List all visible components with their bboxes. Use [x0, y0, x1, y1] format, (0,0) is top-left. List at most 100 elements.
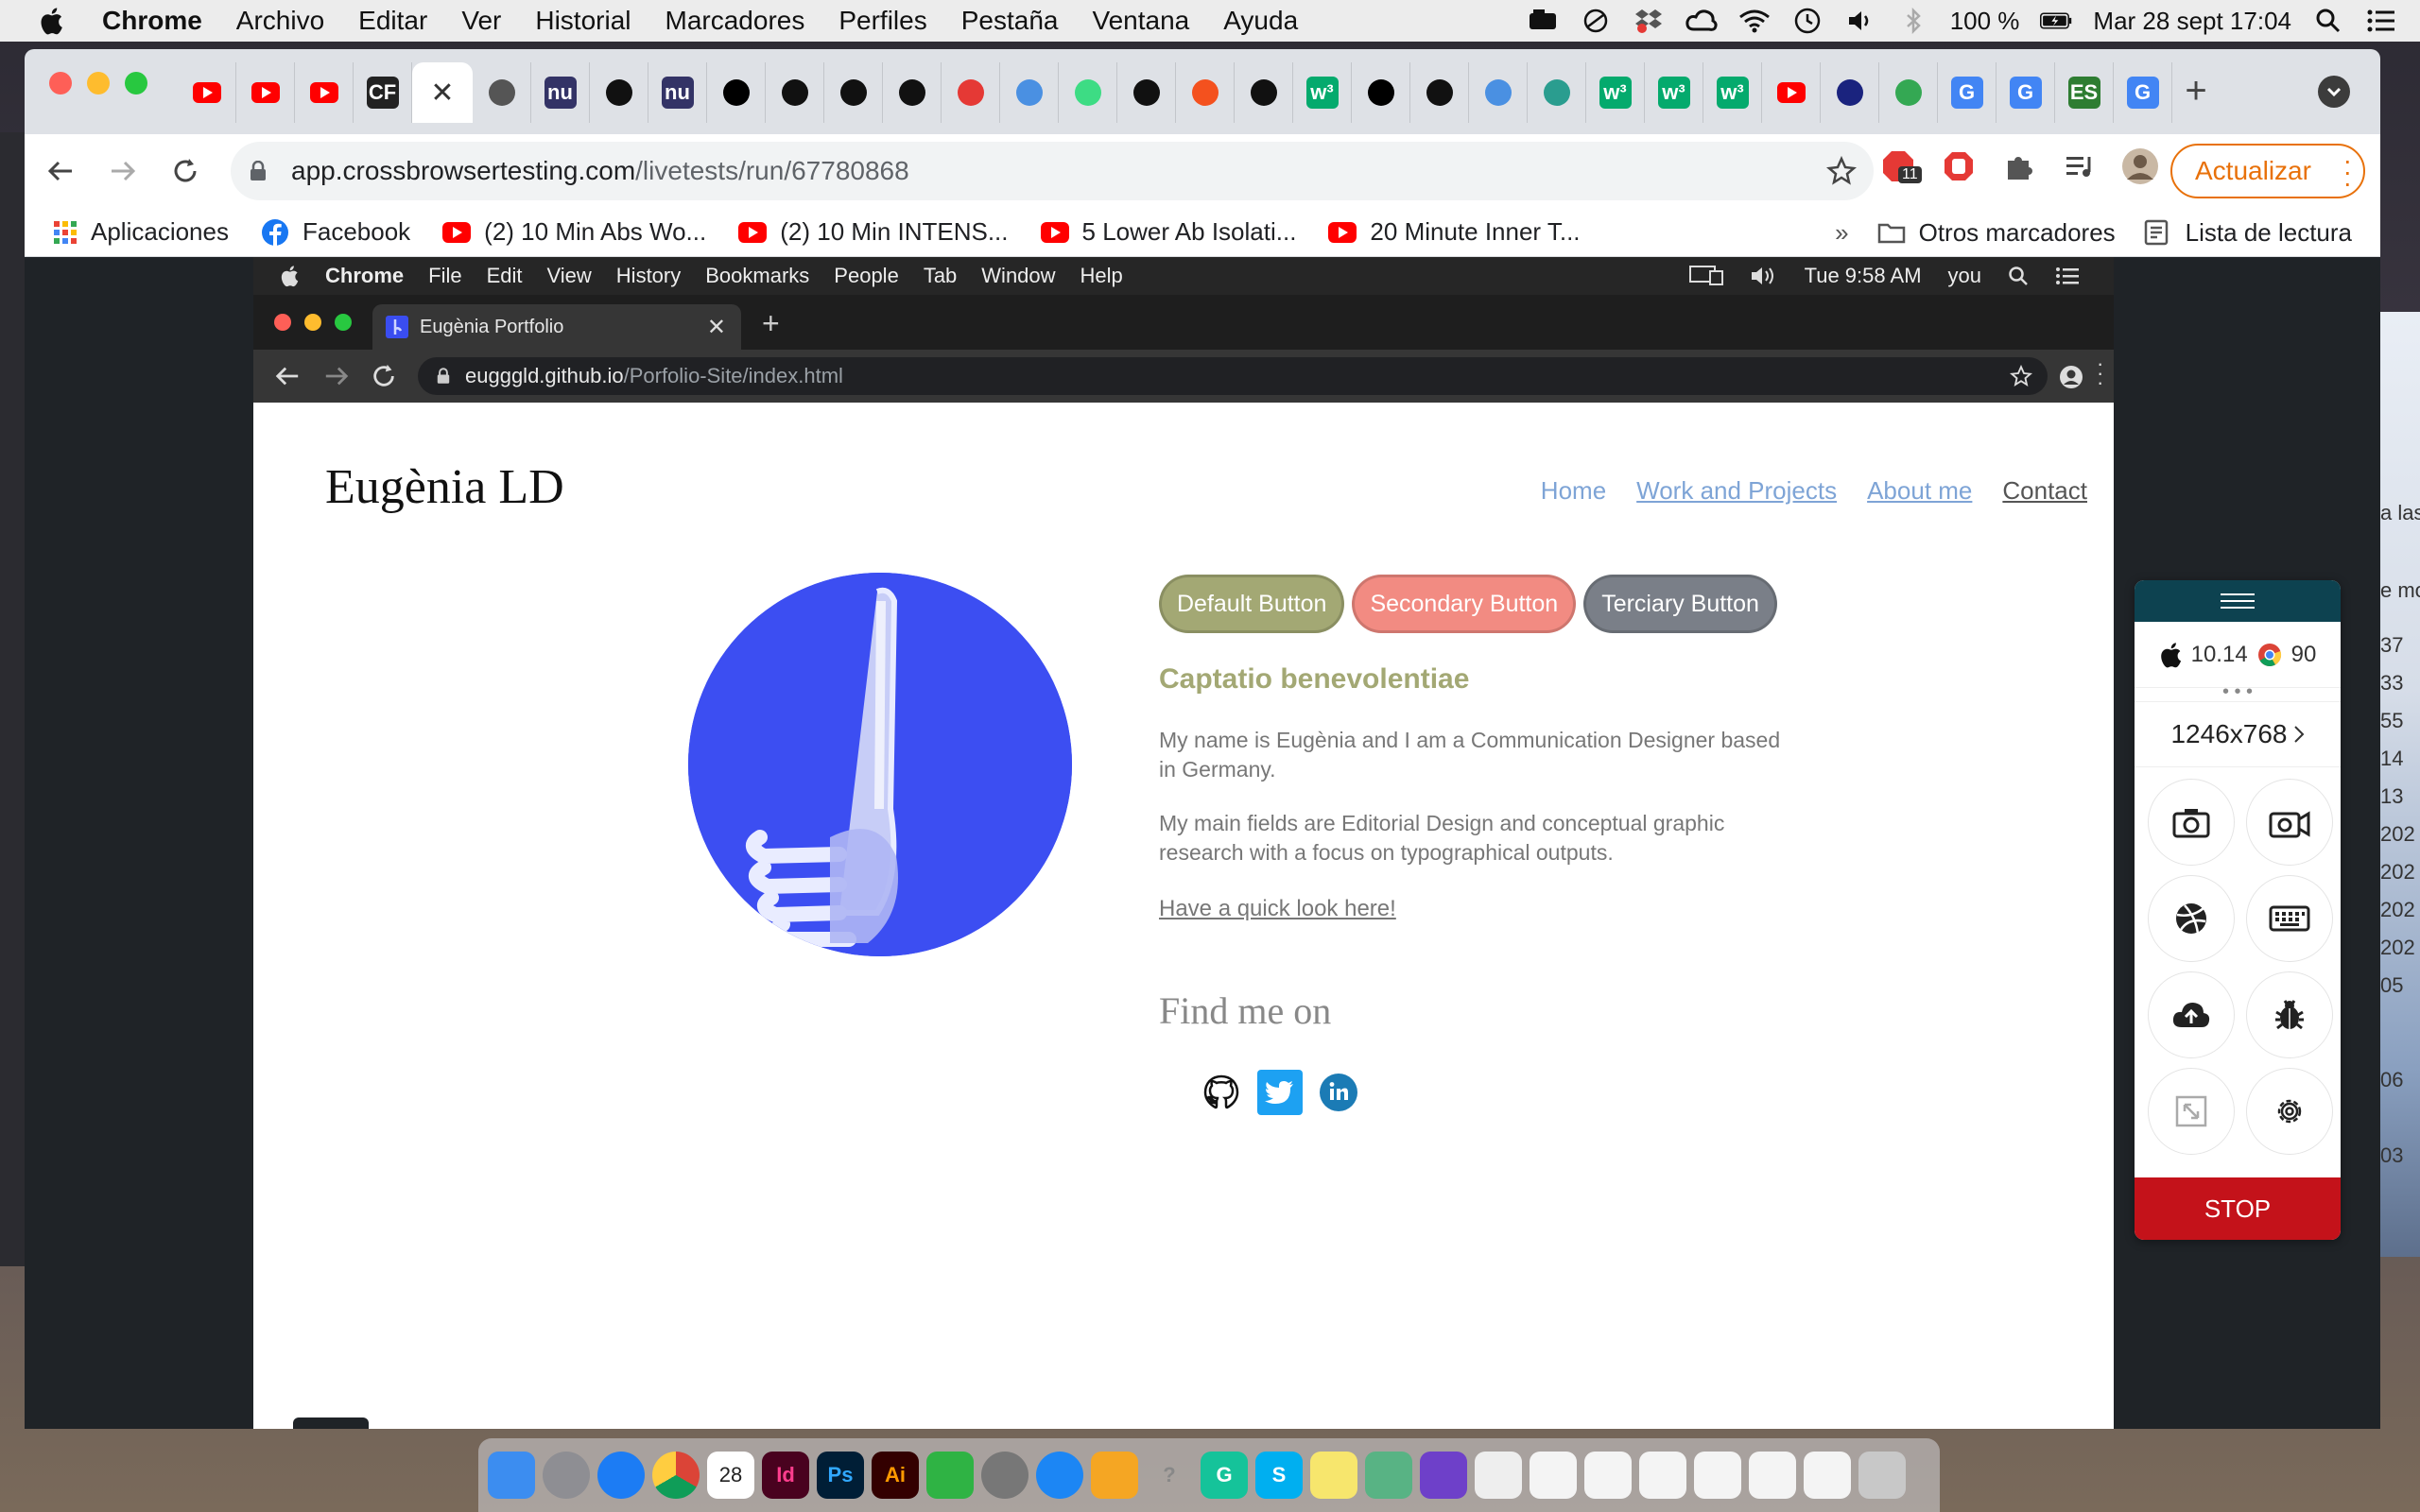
- adblock-extension[interactable]: 11: [1877, 146, 1922, 187]
- nav-home[interactable]: Home: [1541, 476, 1606, 506]
- doc-icon[interactable]: [1530, 1452, 1577, 1499]
- browser-tab[interactable]: G: [1938, 62, 1996, 123]
- remote-menu-bookmarks[interactable]: Bookmarks: [705, 264, 809, 288]
- browser-tab[interactable]: [1176, 62, 1235, 123]
- remote-reload-icon[interactable]: [371, 363, 397, 389]
- more-menu-icon[interactable]: · · ·: [2343, 147, 2352, 197]
- bookmark-apps[interactable]: Aplicaciones: [53, 217, 229, 247]
- browser-tab[interactable]: nu: [531, 62, 590, 123]
- update-chrome-button[interactable]: Actualizar · · ·: [2170, 144, 2365, 198]
- browser-tab[interactable]: [1410, 62, 1469, 123]
- reload-button[interactable]: [159, 145, 212, 198]
- help-icon[interactable]: ?: [1146, 1452, 1193, 1499]
- browser-tab[interactable]: [1235, 62, 1293, 123]
- stop-button[interactable]: STOP: [2135, 1177, 2341, 1240]
- browser-tab[interactable]: nu: [648, 62, 707, 123]
- browser-tab[interactable]: [883, 62, 942, 123]
- menu-historial[interactable]: Historial: [535, 6, 631, 36]
- adobe-cc-icon[interactable]: [1527, 5, 1559, 37]
- menu-ayuda[interactable]: Ayuda: [1223, 6, 1298, 36]
- menu-marcadores[interactable]: Marcadores: [666, 6, 805, 36]
- browser-tab[interactable]: [1469, 62, 1528, 123]
- illustrator-icon[interactable]: Ai: [872, 1452, 919, 1499]
- video-icon[interactable]: [2246, 779, 2333, 866]
- chrome-icon[interactable]: [652, 1452, 700, 1499]
- menu-pestana[interactable]: Pestaña: [961, 6, 1059, 36]
- menu-archivo[interactable]: Archivo: [236, 6, 324, 36]
- github-icon[interactable]: [1199, 1070, 1244, 1115]
- resolution-selector[interactable]: 1246x768: [2135, 701, 2341, 767]
- minimize-window-button[interactable]: [87, 72, 110, 94]
- panel-drag-handle[interactable]: [2135, 580, 2341, 622]
- remote-menu-edit[interactable]: Edit: [487, 264, 523, 288]
- remote-menu-window[interactable]: Window: [981, 264, 1055, 288]
- back-button[interactable]: [34, 145, 87, 198]
- battery-icon[interactable]: [2040, 5, 2072, 37]
- browser-tab[interactable]: [1762, 62, 1821, 123]
- remote-menu-history[interactable]: History: [616, 264, 681, 288]
- doc-icon[interactable]: [1749, 1452, 1796, 1499]
- bug-icon[interactable]: [2246, 971, 2333, 1058]
- profile-avatar[interactable]: [2119, 146, 2161, 187]
- browser-tab[interactable]: [178, 62, 236, 123]
- default-button[interactable]: Default Button: [1159, 575, 1345, 633]
- remote-menu-dots-icon[interactable]: · · ·: [2097, 353, 2103, 393]
- browser-tab[interactable]: G: [2114, 62, 2172, 123]
- browser-tab[interactable]: [766, 62, 824, 123]
- doc-icon[interactable]: [1639, 1452, 1686, 1499]
- launchpad-icon[interactable]: [543, 1452, 590, 1499]
- browser-tab[interactable]: [1528, 62, 1586, 123]
- remote-menu-file[interactable]: File: [428, 264, 461, 288]
- remote-list-icon[interactable]: [2055, 266, 2080, 285]
- glasses-toggle[interactable]: [293, 1418, 369, 1429]
- creative-cloud-icon[interactable]: [1685, 5, 1718, 37]
- secondary-button[interactable]: Secondary Button: [1352, 575, 1577, 633]
- remote-menu-people[interactable]: People: [834, 264, 899, 288]
- browser-tab[interactable]: [1059, 62, 1117, 123]
- remote-apple-icon[interactable]: [280, 265, 299, 287]
- remote-forward-icon[interactable]: [323, 363, 350, 389]
- more-info-dots[interactable]: • • •: [2135, 682, 2341, 701]
- nav-work[interactable]: Work and Projects: [1636, 476, 1837, 506]
- remote-new-tab-button[interactable]: +: [762, 306, 780, 341]
- notes-icon[interactable]: [1310, 1452, 1357, 1499]
- bookmark-facebook[interactable]: Facebook: [261, 217, 410, 247]
- finder-icon[interactable]: [488, 1452, 535, 1499]
- media-control-icon[interactable]: [2059, 146, 2100, 187]
- dribbble-icon[interactable]: [2148, 875, 2235, 962]
- trash-icon[interactable]: [1858, 1452, 1906, 1499]
- menu-app-name[interactable]: Chrome: [102, 6, 202, 36]
- safari-icon[interactable]: [597, 1452, 645, 1499]
- bookmark-youtube-4[interactable]: 20 Minute Inner T...: [1328, 217, 1581, 247]
- browser-tab[interactable]: [590, 62, 648, 123]
- browser-tab[interactable]: w³: [1645, 62, 1703, 123]
- close-window-button[interactable]: [49, 72, 72, 94]
- bluetooth-icon[interactable]: [1897, 5, 1929, 37]
- github-desktop-icon[interactable]: [1420, 1452, 1467, 1499]
- site-logo[interactable]: Eugènia LD: [325, 459, 564, 515]
- pages-icon[interactable]: [1091, 1452, 1138, 1499]
- browser-tab[interactable]: w³: [1586, 62, 1645, 123]
- remote-menu-app[interactable]: Chrome: [325, 264, 404, 288]
- stop-extension[interactable]: [1938, 146, 1979, 187]
- textedit-icon[interactable]: [1475, 1452, 1522, 1499]
- address-bar[interactable]: app.crossbrowsertesting.com/livetests/ru…: [231, 142, 1874, 200]
- lock-icon[interactable]: [250, 161, 267, 181]
- screenshot-icon[interactable]: [2148, 779, 2235, 866]
- remote-profile-icon[interactable]: [2059, 365, 2083, 389]
- more-bookmarks-button[interactable]: »: [1835, 218, 1848, 248]
- extensions-puzzle-icon[interactable]: [1998, 146, 2040, 187]
- appstore-icon[interactable]: [1036, 1452, 1083, 1499]
- browser-tab[interactable]: ✕: [412, 62, 473, 123]
- browser-tab[interactable]: [1352, 62, 1410, 123]
- remote-address-bar[interactable]: eugggld.github.io/Porfolio-Site/index.ht…: [418, 357, 2048, 395]
- remote-tab-portfolio[interactable]: Eugènia Portfolio ✕: [372, 304, 741, 350]
- preferences-icon[interactable]: [981, 1452, 1028, 1499]
- linkedin-icon[interactable]: [1316, 1070, 1361, 1115]
- wifi-icon[interactable]: [1738, 5, 1771, 37]
- doc-icon[interactable]: [1804, 1452, 1851, 1499]
- browser-tab[interactable]: [1821, 62, 1879, 123]
- fullscreen-icon[interactable]: [2148, 1068, 2235, 1155]
- twitter-icon[interactable]: [1257, 1070, 1303, 1115]
- clock[interactable]: Mar 28 sept 17:04: [2093, 7, 2291, 36]
